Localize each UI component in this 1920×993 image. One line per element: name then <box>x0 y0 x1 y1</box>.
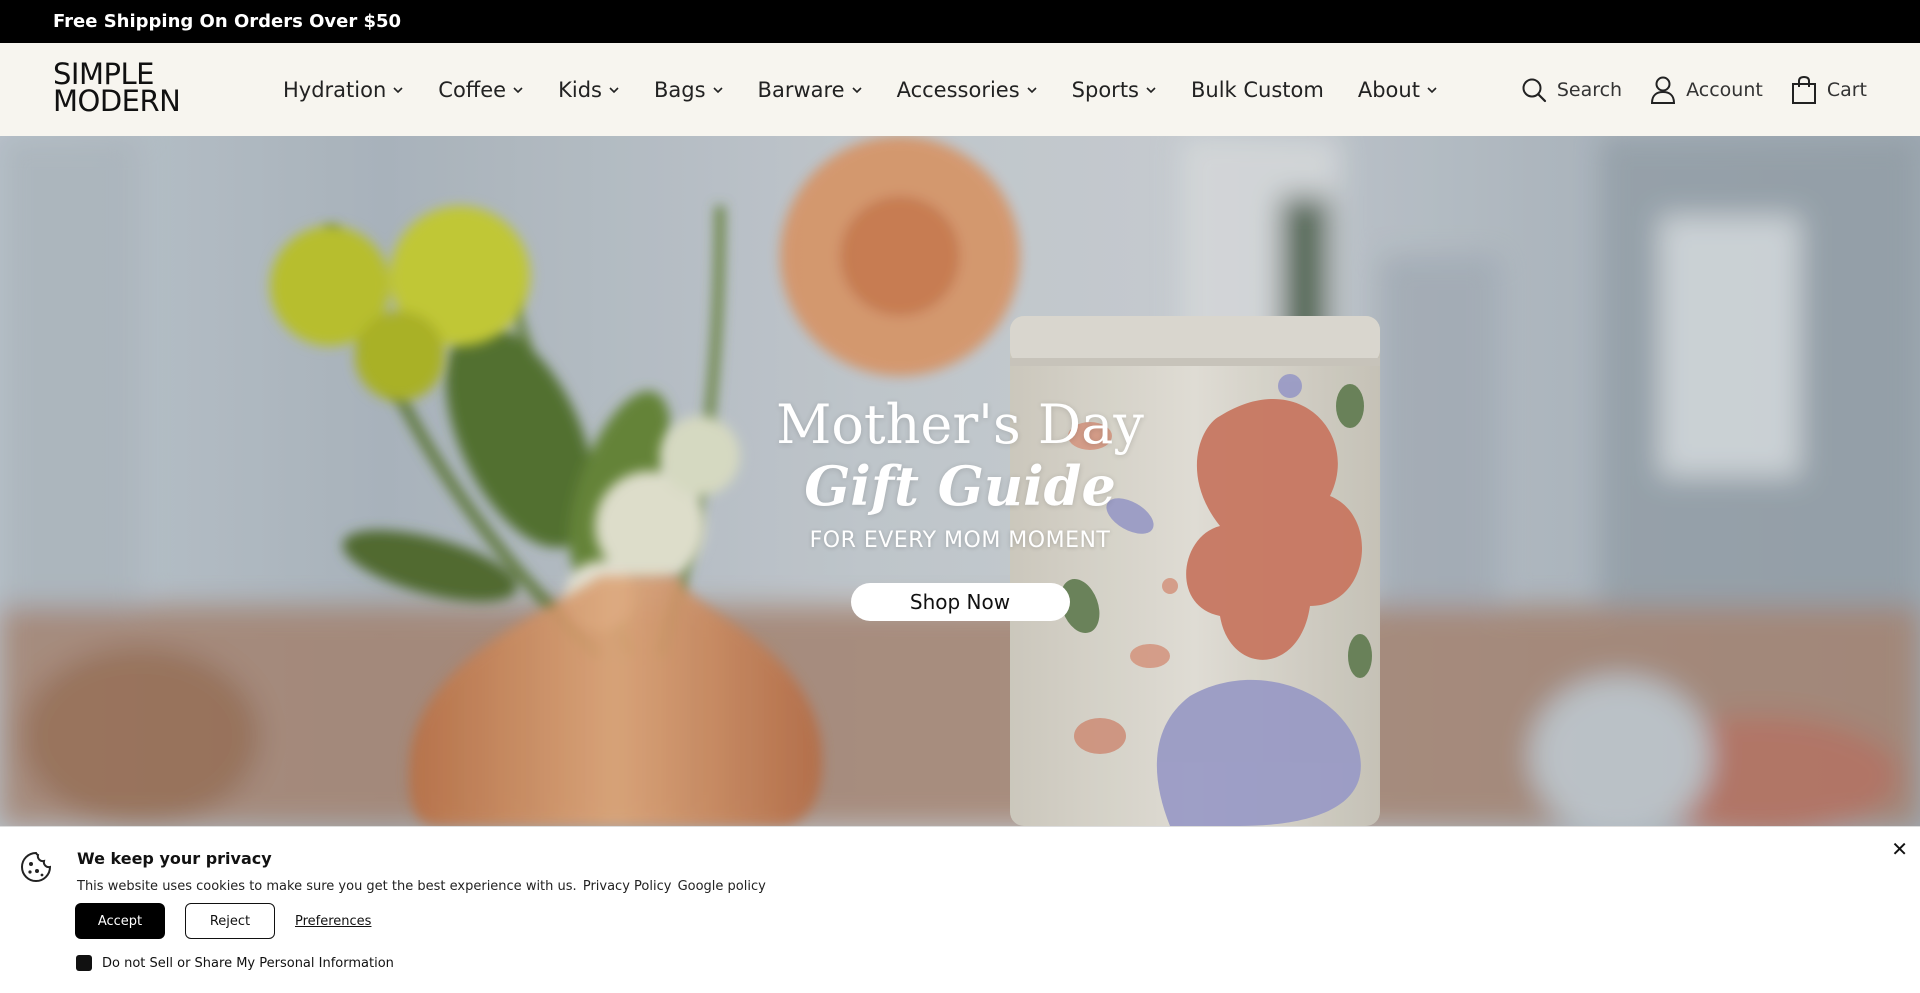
privacy-policy-link[interactable]: Privacy Policy <box>583 879 672 894</box>
site-header: SIMPLE MODERN Hydration Coffee Kids Bags… <box>0 43 1920 136</box>
nav-item-hydration[interactable]: Hydration <box>283 78 404 102</box>
nav-item-sports[interactable]: Sports <box>1072 78 1157 102</box>
nav-item-barware[interactable]: Barware <box>758 78 863 102</box>
nav-item-kids[interactable]: Kids <box>558 78 620 102</box>
chevron-down-icon <box>852 87 862 94</box>
do-not-sell-label: Do not Sell or Share My Personal Informa… <box>102 955 394 971</box>
nav-label: Hydration <box>283 77 387 102</box>
reject-button[interactable]: Reject <box>185 903 275 939</box>
do-not-sell-option[interactable]: Do not Sell or Share My Personal Informa… <box>76 955 394 971</box>
shop-now-button[interactable]: Shop Now <box>850 583 1070 621</box>
nav-item-bulk-custom[interactable]: Bulk Custom <box>1191 78 1324 102</box>
chevron-down-icon <box>513 87 523 94</box>
chevron-down-icon <box>393 87 403 94</box>
nav-label: Bags <box>654 77 706 102</box>
search-label: Search <box>1556 78 1623 101</box>
cookie-text-row: This website uses cookies to make sure y… <box>77 879 766 894</box>
cart-button[interactable]: Cart <box>1791 75 1867 105</box>
hero-content: Mother's Day Gift Guide FOR EVERY MOM MO… <box>0 394 1920 621</box>
cart-icon <box>1791 75 1816 104</box>
chevron-down-icon <box>1146 87 1156 94</box>
announcement-text: Free Shipping On Orders Over $50 <box>53 11 402 32</box>
cookie-banner: We keep your privacy This website uses c… <box>0 826 1920 993</box>
nav-label: About <box>1357 77 1420 102</box>
account-icon <box>1651 76 1676 104</box>
chevron-down-icon <box>1027 87 1037 94</box>
chevron-down-icon <box>1427 87 1437 94</box>
account-button[interactable]: Account <box>1650 75 1763 105</box>
nav-label: Kids <box>558 77 602 102</box>
close-icon[interactable]: ✕ <box>1891 837 1908 861</box>
google-policy-link[interactable]: Google policy <box>678 879 766 894</box>
nav-item-bags[interactable]: Bags <box>654 78 724 102</box>
hero-title: Mother's Day <box>776 393 1144 456</box>
announcement-bar: Free Shipping On Orders Over $50 <box>0 0 1920 43</box>
cart-label: Cart <box>1826 78 1867 101</box>
nav-item-accessories[interactable]: Accessories <box>897 78 1038 102</box>
do-not-sell-checkbox[interactable] <box>76 955 92 971</box>
search-button[interactable]: Search <box>1521 77 1622 103</box>
preferences-link[interactable]: Preferences <box>295 914 371 929</box>
account-label: Account <box>1686 78 1763 101</box>
chevron-down-icon <box>712 87 723 94</box>
hero-banner: Mother's Day Gift Guide FOR EVERY MOM MO… <box>0 136 1920 826</box>
nav-label: Bulk Custom <box>1191 77 1324 102</box>
hero-title-italic: Gift Guide <box>804 454 1116 518</box>
nav-label: Coffee <box>438 77 507 102</box>
nav-item-coffee[interactable]: Coffee <box>438 78 524 102</box>
search-icon <box>1522 78 1546 102</box>
logo[interactable]: SIMPLE MODERN <box>53 60 209 119</box>
logo-line-2: MODERN <box>53 84 181 118</box>
header-utilities: Search Account Cart <box>1493 43 1867 136</box>
main-nav: Hydration Coffee Kids Bags Barware Acces… <box>283 43 1472 136</box>
nav-item-about[interactable]: About <box>1358 78 1438 102</box>
hero-subtitle: FOR EVERY MOM MOMENT <box>809 528 1111 553</box>
cookie-icon <box>21 851 52 882</box>
cookie-title: We keep your privacy <box>77 849 272 868</box>
cookie-description: This website uses cookies to make sure y… <box>77 879 577 894</box>
nav-label: Accessories <box>896 77 1020 102</box>
accept-button[interactable]: Accept <box>75 903 165 939</box>
nav-label: Sports <box>1071 77 1139 102</box>
chevron-down-icon <box>609 87 619 94</box>
nav-label: Barware <box>757 77 845 102</box>
